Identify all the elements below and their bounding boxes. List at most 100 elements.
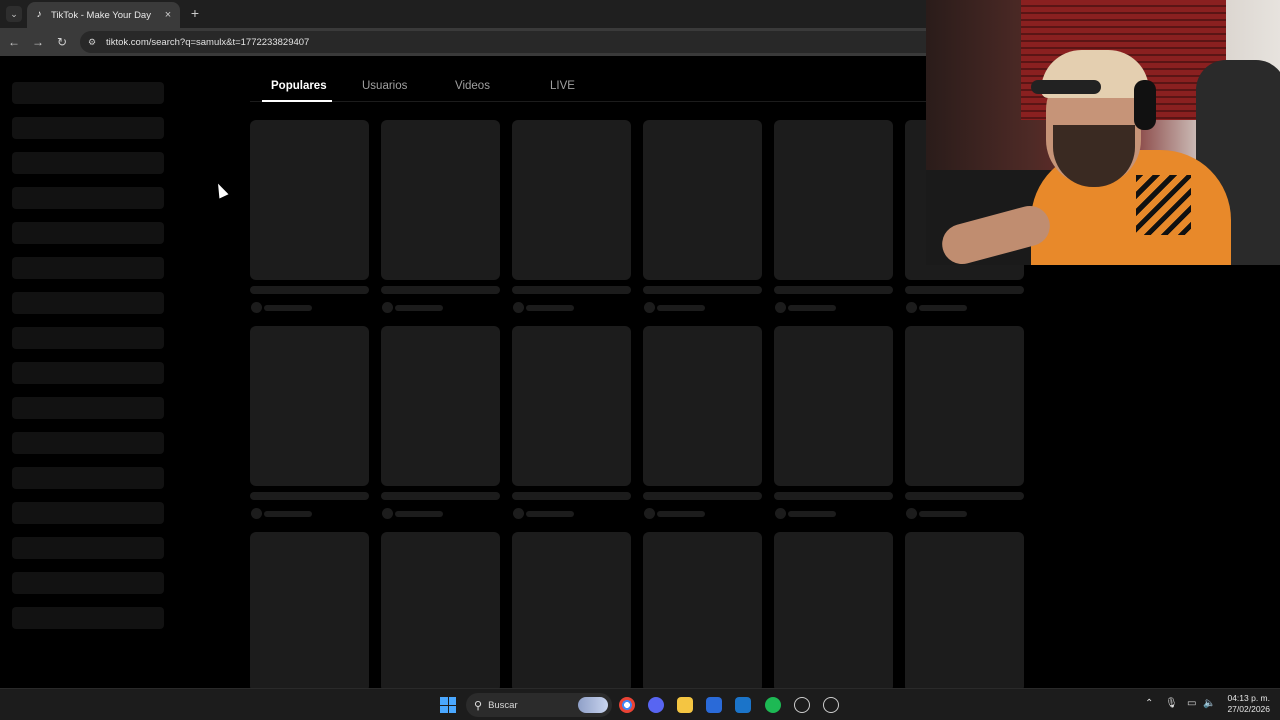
username-skeleton bbox=[919, 305, 967, 311]
sidebar-item-skeleton bbox=[12, 152, 164, 174]
caption-skeleton bbox=[643, 286, 762, 294]
sidebar-item-skeleton bbox=[12, 187, 164, 209]
video-card-skeleton[interactable] bbox=[381, 326, 500, 486]
settings-icon[interactable] bbox=[823, 697, 839, 713]
url-text[interactable]: tiktok.com/search?q=samulx&t=17722338294… bbox=[106, 37, 309, 48]
video-card-skeleton[interactable] bbox=[250, 532, 369, 688]
username-skeleton bbox=[788, 305, 836, 311]
video-card-skeleton[interactable] bbox=[250, 326, 369, 486]
avatar-skeleton bbox=[644, 508, 655, 519]
video-card-skeleton[interactable] bbox=[250, 120, 369, 280]
tab-usuarios[interactable]: Usuarios bbox=[362, 80, 407, 92]
avatar-skeleton bbox=[382, 302, 393, 313]
tab-populares[interactable]: Populares bbox=[271, 80, 327, 92]
tab-title: TikTok - Make Your Day bbox=[51, 9, 151, 21]
taskbar-search[interactable]: ⚲ Buscar bbox=[466, 693, 612, 717]
chrome-icon[interactable] bbox=[619, 697, 635, 713]
video-card-skeleton[interactable] bbox=[905, 532, 1024, 688]
sidebar-item-skeleton bbox=[12, 607, 164, 629]
video-card-skeleton[interactable] bbox=[512, 326, 631, 486]
active-tab-indicator bbox=[262, 100, 332, 102]
sidebar-item-skeleton bbox=[12, 82, 164, 104]
tab-videos[interactable]: Videos bbox=[455, 80, 490, 92]
sidebar-item-skeleton bbox=[12, 467, 164, 489]
video-card-skeleton[interactable] bbox=[643, 326, 762, 486]
microsoft-store-icon[interactable] bbox=[706, 697, 722, 713]
avatar-skeleton bbox=[513, 302, 524, 313]
caption-skeleton bbox=[643, 492, 762, 500]
username-skeleton bbox=[526, 305, 574, 311]
username-skeleton bbox=[526, 511, 574, 517]
username-skeleton bbox=[657, 511, 705, 517]
caption-skeleton bbox=[512, 286, 631, 294]
discord-icon[interactable] bbox=[648, 697, 664, 713]
caption-skeleton bbox=[905, 492, 1024, 500]
avatar-skeleton bbox=[906, 302, 917, 313]
video-card-skeleton[interactable] bbox=[774, 326, 893, 486]
forward-button[interactable]: → bbox=[30, 34, 46, 50]
sidebar-item-skeleton bbox=[12, 572, 164, 594]
video-card-skeleton[interactable] bbox=[381, 120, 500, 280]
username-skeleton bbox=[657, 305, 705, 311]
tray-chevron-icon[interactable]: ⌃ bbox=[1145, 698, 1153, 709]
file-explorer-icon[interactable] bbox=[677, 697, 693, 713]
clock-date: 27/02/2026 bbox=[1227, 704, 1270, 714]
video-card-skeleton[interactable] bbox=[643, 532, 762, 688]
sidebar-item-skeleton bbox=[12, 362, 164, 384]
back-button[interactable]: ← bbox=[6, 34, 22, 50]
caption-skeleton bbox=[774, 492, 893, 500]
tab-search-button[interactable]: ⌄ bbox=[6, 6, 22, 22]
sidebar-item-skeleton bbox=[12, 292, 164, 314]
tab-live[interactable]: LIVE bbox=[550, 80, 575, 92]
username-skeleton bbox=[395, 511, 443, 517]
avatar-skeleton bbox=[382, 508, 393, 519]
screen: ⌄ ♪ TikTok - Make Your Day × + ← → ↻ ⚙ t… bbox=[0, 0, 1280, 720]
video-card-skeleton[interactable] bbox=[774, 120, 893, 280]
video-card-skeleton[interactable] bbox=[643, 120, 762, 280]
webcam-overlay bbox=[926, 0, 1280, 265]
username-skeleton bbox=[264, 305, 312, 311]
caption-skeleton bbox=[905, 286, 1024, 294]
sidebar-item-skeleton bbox=[12, 117, 164, 139]
search-icon: ⚲ bbox=[474, 699, 483, 712]
mail-icon[interactable] bbox=[735, 697, 751, 713]
spotify-icon[interactable] bbox=[765, 697, 781, 713]
chevron-down-icon: ⌄ bbox=[10, 8, 18, 19]
site-info-icon[interactable]: ⚙ bbox=[86, 36, 98, 48]
avatar-skeleton bbox=[906, 508, 917, 519]
sidebar-item-skeleton bbox=[12, 222, 164, 244]
browser-tab-tiktok[interactable]: ♪ TikTok - Make Your Day × bbox=[27, 2, 180, 28]
caption-skeleton bbox=[250, 492, 369, 500]
address-bar[interactable]: ⚙ tiktok.com/search?q=samulx&t=177223382… bbox=[80, 31, 940, 53]
avatar-skeleton bbox=[251, 508, 262, 519]
new-tab-button[interactable]: + bbox=[187, 5, 203, 21]
caption-skeleton bbox=[774, 286, 893, 294]
headset bbox=[1134, 80, 1156, 130]
close-icon[interactable]: × bbox=[162, 9, 174, 21]
video-card-skeleton[interactable] bbox=[774, 532, 893, 688]
avatar-skeleton bbox=[775, 302, 786, 313]
system-clock[interactable]: 04:13 p. m. 27/02/2026 bbox=[1227, 693, 1270, 715]
avatar-skeleton bbox=[251, 302, 262, 313]
windows-taskbar: ⚲ Buscar ⌃ 🎙 ▭ 🔈 04:13 p. m. 27/02/2026 bbox=[0, 688, 1280, 720]
windows-start-icon[interactable] bbox=[440, 697, 456, 713]
reload-button[interactable]: ↻ bbox=[54, 34, 70, 50]
volume-icon[interactable]: 🔈 bbox=[1203, 698, 1215, 709]
app-icon[interactable] bbox=[794, 697, 810, 713]
video-card-skeleton[interactable] bbox=[512, 532, 631, 688]
video-card-skeleton[interactable] bbox=[381, 532, 500, 688]
caption-skeleton bbox=[250, 286, 369, 294]
tiktok-icon: ♪ bbox=[36, 9, 42, 20]
search-highlight-image bbox=[578, 697, 608, 713]
avatar-skeleton bbox=[775, 508, 786, 519]
username-skeleton bbox=[395, 305, 443, 311]
sidebar-item-skeleton bbox=[12, 257, 164, 279]
sidebar-item-skeleton bbox=[12, 537, 164, 559]
microphone-icon[interactable]: 🎙 bbox=[1165, 698, 1178, 709]
sidebar-item-skeleton bbox=[12, 397, 164, 419]
sidebar-item-skeleton bbox=[12, 432, 164, 454]
video-card-skeleton[interactable] bbox=[512, 120, 631, 280]
sidebar-item-skeleton bbox=[12, 327, 164, 349]
video-card-skeleton[interactable] bbox=[905, 326, 1024, 486]
network-icon[interactable]: ▭ bbox=[1187, 698, 1196, 709]
